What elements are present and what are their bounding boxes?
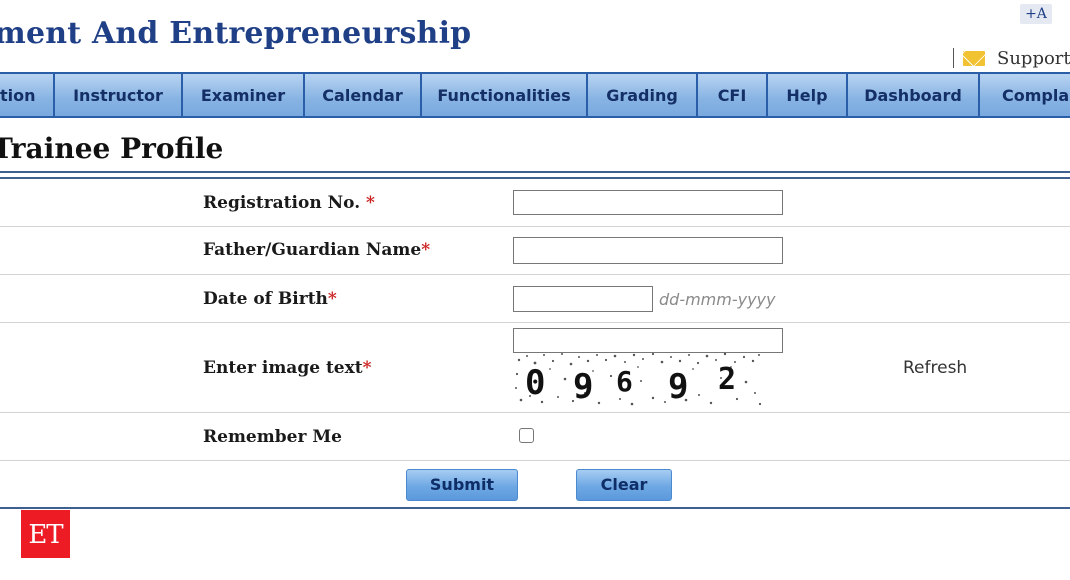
captcha-char: 9 — [668, 367, 688, 406]
page-title: Trainee Profile — [0, 132, 224, 165]
nav-item-calendar[interactable]: Calendar — [305, 74, 422, 116]
captcha-label-text: Enter image text — [203, 358, 363, 378]
mail-icon — [963, 50, 985, 66]
support-link[interactable]: Support — [953, 46, 1070, 70]
registration-label: Registration No. * — [203, 193, 375, 213]
required-marker: * — [327, 289, 337, 309]
nav-item-grading[interactable]: Grading — [588, 74, 698, 116]
row-divider — [0, 460, 1070, 461]
title-divider — [0, 171, 1070, 173]
nav-item-cfi[interactable]: CFI — [698, 74, 768, 116]
nav-item-functionalities[interactable]: Functionalities — [422, 74, 588, 116]
captcha-refresh-link[interactable]: Refresh — [903, 358, 967, 378]
guardian-name-input[interactable] — [513, 237, 783, 264]
nav-item-label: Calendar — [322, 86, 403, 105]
registration-label-text: Registration No. — [203, 193, 367, 213]
nav-item-label: Grading — [606, 86, 678, 105]
captcha-char: 0 — [525, 363, 545, 403]
main-nav: tion Instructor Examiner Calendar Functi… — [0, 72, 1070, 118]
row-divider — [0, 274, 1070, 275]
captcha-char: 2 — [718, 362, 736, 397]
nav-item-label: Dashboard — [864, 86, 962, 105]
captcha-image: 0 9 6 9 2 — [515, 352, 762, 406]
dob-format-hint: dd-mmm-yyyy — [659, 290, 776, 309]
nav-item-complaints[interactable]: Complai — [980, 74, 1070, 116]
registration-input[interactable] — [513, 190, 783, 215]
nav-item-label: tion — [0, 86, 36, 105]
nav-item-label: Help — [786, 86, 828, 105]
required-marker: * — [421, 240, 431, 260]
nav-item-label: Examiner — [200, 86, 286, 105]
nav-item-label: CFI — [717, 86, 747, 105]
nav-item-cut-left[interactable]: tion — [0, 74, 55, 116]
clear-button[interactable]: Clear — [576, 469, 672, 501]
nav-item-help[interactable]: Help — [768, 74, 848, 116]
nav-item-instructor[interactable]: Instructor — [55, 74, 183, 116]
required-marker: * — [366, 193, 375, 213]
support-label: Support — [997, 47, 1070, 69]
site-title: ment And Entrepreneurship — [0, 16, 472, 51]
remember-me-checkbox[interactable] — [519, 428, 534, 443]
nav-item-label: Complai — [1002, 86, 1070, 105]
row-divider — [0, 226, 1070, 227]
captcha-char: 6 — [616, 365, 633, 398]
increase-font-button[interactable]: +A — [1020, 4, 1052, 24]
separator — [953, 48, 954, 68]
row-divider — [0, 412, 1070, 413]
captcha-input[interactable] — [513, 328, 783, 353]
guardian-label: Father/Guardian Name* — [203, 240, 430, 260]
et-logo: ET — [21, 510, 70, 558]
nav-item-label: Instructor — [73, 86, 163, 105]
guardian-label-text: Father/Guardian Name — [203, 240, 422, 260]
remember-me-label: Remember Me — [203, 427, 342, 447]
nav-item-label: Functionalities — [437, 86, 571, 105]
captcha-label: Enter image text* — [203, 358, 372, 378]
title-divider — [0, 177, 1070, 179]
required-marker: * — [362, 358, 372, 378]
dob-label: Date of Birth* — [203, 289, 337, 309]
row-divider — [0, 322, 1070, 323]
form-bottom-divider — [0, 507, 1070, 509]
nav-item-dashboard[interactable]: Dashboard — [848, 74, 980, 116]
dob-input[interactable] — [513, 286, 653, 312]
captcha-char: 9 — [573, 367, 593, 406]
submit-button[interactable]: Submit — [406, 469, 518, 501]
dob-label-text: Date of Birth — [203, 289, 328, 309]
nav-item-examiner[interactable]: Examiner — [183, 74, 305, 116]
